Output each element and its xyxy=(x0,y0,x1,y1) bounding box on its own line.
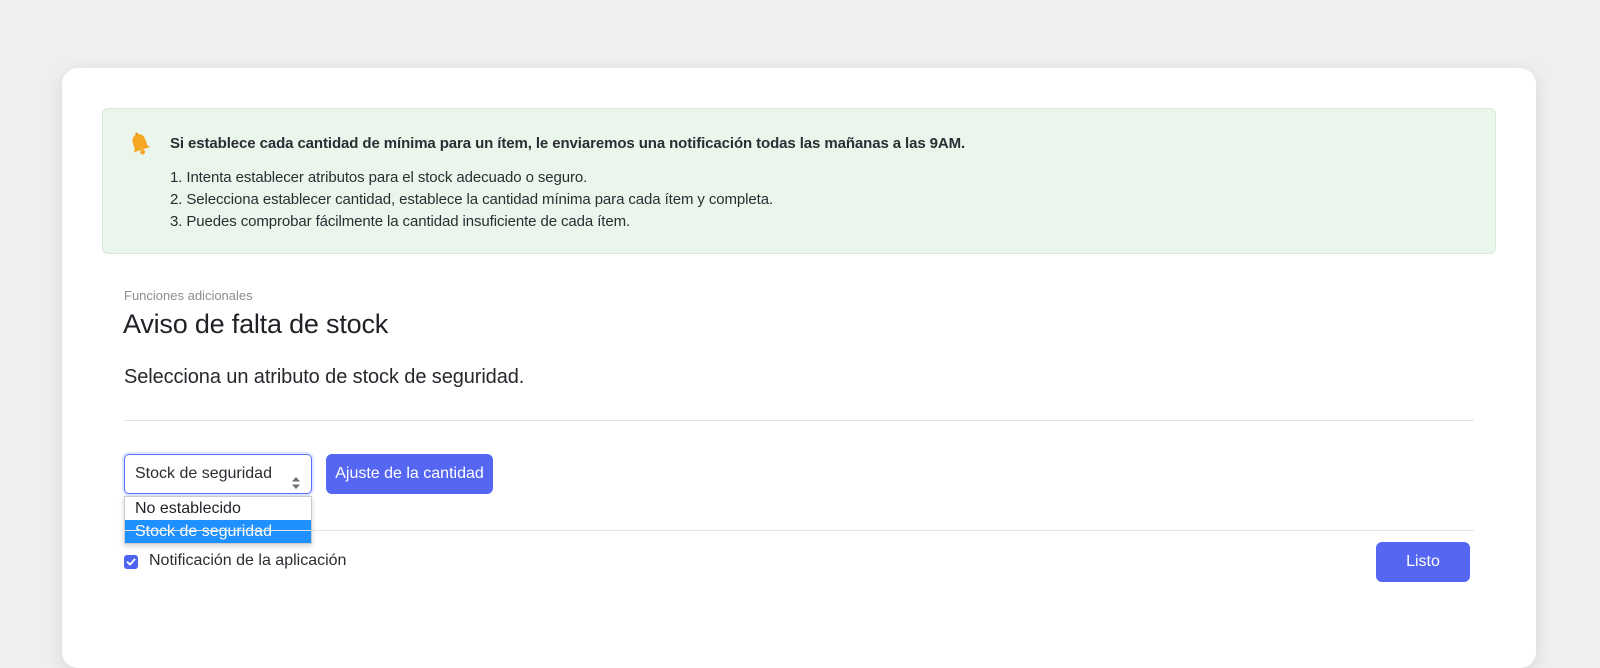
quantity-adjust-button[interactable]: Ajuste de la cantidad xyxy=(326,454,493,494)
notice-step: 3. Puedes comprobar fácilmente la cantid… xyxy=(170,213,631,230)
settings-card: Si establece cada cantidad de mínima par… xyxy=(62,68,1536,668)
updown-arrows-icon xyxy=(291,467,301,489)
option-not-set[interactable]: No establecido xyxy=(125,497,311,520)
notice-steps: 1. Intenta establecer atributos para el … xyxy=(170,167,773,233)
attribute-select[interactable]: Stock de seguridad xyxy=(124,454,312,494)
info-notice: Si establece cada cantidad de mínima par… xyxy=(102,108,1496,254)
done-button[interactable]: Listo xyxy=(1376,542,1470,582)
divider xyxy=(124,530,1474,531)
option-safety-stock[interactable]: Stock de seguridad xyxy=(125,520,311,543)
notice-step: 1. Intenta establecer atributos para el … xyxy=(170,169,588,186)
attribute-select-value: Stock de seguridad xyxy=(135,465,272,482)
checkmark-icon xyxy=(126,558,136,566)
attribute-dropdown: No establecido Stock de seguridad xyxy=(124,496,312,544)
bell-icon xyxy=(129,131,151,157)
page-title: Aviso de falta de stock xyxy=(123,309,389,339)
section-eyebrow: Funciones adicionales xyxy=(124,288,253,303)
notice-step: 2. Selecciona establecer cantidad, estab… xyxy=(170,191,774,208)
app-notification-label[interactable]: Notificación de la aplicación xyxy=(149,552,346,570)
divider xyxy=(124,420,1474,421)
notice-title: Si establece cada cantidad de mínima par… xyxy=(170,135,966,152)
app-notification-checkbox[interactable] xyxy=(124,555,138,569)
section-subtitle: Selecciona un atributo de stock de segur… xyxy=(124,366,525,388)
